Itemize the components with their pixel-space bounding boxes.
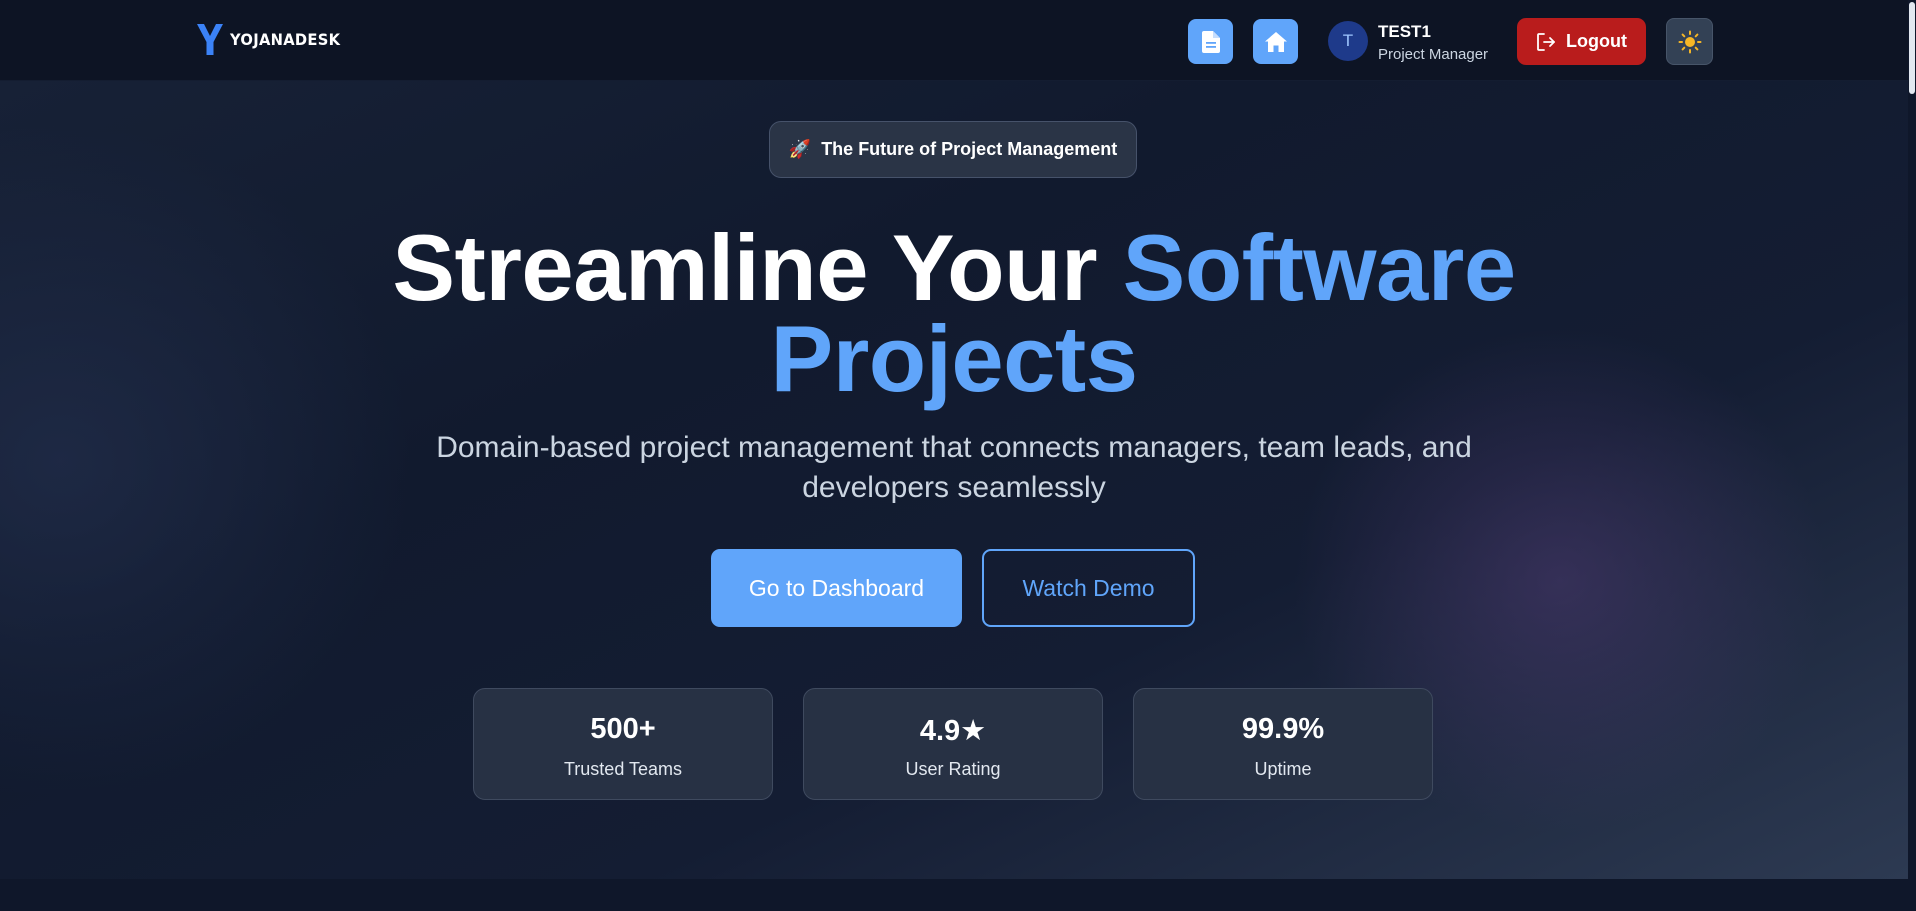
stat-card-teams: 500+ Trusted Teams — [473, 688, 773, 800]
stat-value: 4.9★ — [919, 715, 987, 747]
home-icon — [1264, 31, 1287, 52]
stat-label: Uptime — [1254, 759, 1312, 779]
stat-card-uptime: 99.9% Uptime — [1133, 688, 1433, 800]
scrollbar-track[interactable] — [1908, 0, 1916, 911]
badge-label: The Future of Project Management — [821, 139, 1118, 159]
top-navbar: YOJANADESK T TEST1 Project Manager Logou… — [0, 0, 1908, 81]
logo-mark-icon — [197, 24, 223, 55]
headline-accent-software: Software — [1122, 215, 1516, 320]
stat-value: 99.9% — [1241, 713, 1325, 745]
stat-label: Trusted Teams — [563, 759, 683, 779]
logout-icon — [1537, 32, 1555, 51]
home-button[interactable] — [1253, 19, 1298, 64]
rocket-icon: 🚀 — [788, 139, 812, 159]
stat-card-rating: 4.9★ User Rating — [803, 688, 1103, 800]
logout-label: Logout — [1566, 31, 1627, 51]
hero-headline: Streamline Your Software Projects — [0, 221, 1908, 406]
sun-icon — [1678, 30, 1701, 53]
page: YOJANADESK T TEST1 Project Manager Logou… — [0, 0, 1916, 911]
headline-plain: Streamline Your — [392, 215, 1123, 320]
user-role: Project Manager — [1378, 46, 1489, 63]
scrollbar-thumb[interactable] — [1909, 2, 1915, 94]
theme-toggle-button[interactable] — [1666, 18, 1713, 65]
brand-logo[interactable]: YOJANADESK — [195, 22, 350, 56]
watch-demo-button[interactable]: Watch Demo — [982, 549, 1195, 627]
stat-label: User Rating — [905, 759, 1001, 779]
stat-value: 500+ — [590, 713, 656, 745]
user-name: TEST1 — [1378, 22, 1431, 41]
user-avatar[interactable]: T — [1328, 21, 1368, 61]
logout-button[interactable]: Logout — [1517, 18, 1646, 65]
documents-button[interactable] — [1188, 19, 1233, 64]
headline-accent-projects: Projects — [770, 306, 1138, 411]
announcement-badge: 🚀 The Future of Project Management — [769, 121, 1137, 178]
go-to-dashboard-button[interactable]: Go to Dashboard — [711, 549, 962, 627]
brand-name: YOJANADESK — [230, 29, 341, 49]
hero-subtitle: Domain-based project management that con… — [436, 431, 1472, 504]
next-section-edge — [0, 879, 1908, 911]
document-icon — [1201, 30, 1220, 53]
